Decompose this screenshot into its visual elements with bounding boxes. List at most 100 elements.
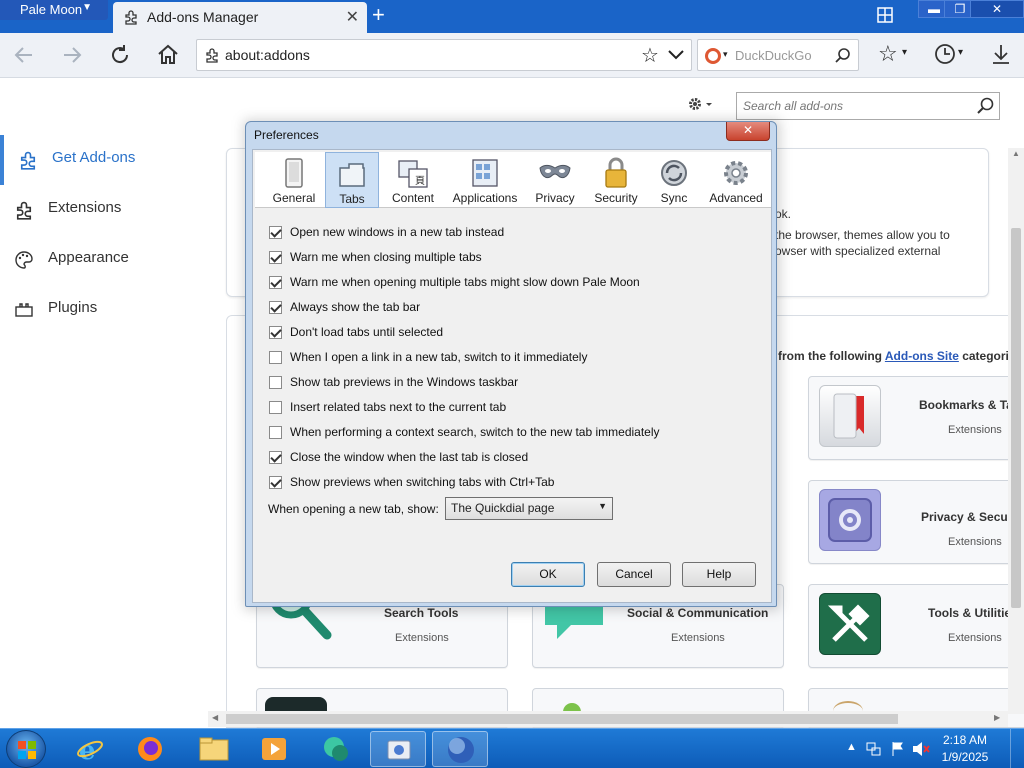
tabs-icon [339,163,365,187]
pane-security[interactable]: Security [587,152,645,208]
advanced-gear-icon [724,161,748,185]
pane-sync[interactable]: Sync [649,152,699,208]
checkbox[interactable] [269,451,282,464]
category-extensions[interactable]: Extensions [0,185,220,235]
featured-text: owser with specialized external [775,244,941,258]
card-subtitle: Extensions [948,536,1002,548]
card-subtitle: Extensions [395,632,449,644]
system-clock[interactable]: 2:18 AM 1/9/2025 [935,732,995,766]
app-menu-button[interactable]: Pale Moon ▼ [0,0,108,20]
home-icon[interactable] [156,43,180,67]
search-icon[interactable] [975,96,995,116]
cancel-button[interactable]: Cancel [597,562,671,587]
tab-grid-icon[interactable] [876,6,894,24]
show-hidden-icons-icon[interactable]: ▲ [846,741,857,753]
messenger-icon[interactable] [308,731,364,767]
scroll-up-icon[interactable]: ▲ [1012,149,1020,158]
search-placeholder: DuckDuckGo [735,48,812,63]
bookmark-star-icon[interactable]: ☆ [641,43,659,68]
pane-label: Applications [452,191,518,205]
help-button[interactable]: Help [682,562,756,587]
checkbox[interactable] [269,226,282,239]
action-center-flag-icon[interactable] [890,741,906,757]
vertical-scrollbar[interactable]: ▲ [1008,148,1024,714]
windows-taskbar: e ▲ 2:18 AM 1/9/2025 [0,728,1024,768]
pane-tabs[interactable]: Tabs [325,152,379,208]
media-center-icon[interactable] [370,731,426,767]
file-explorer-icon[interactable] [186,731,242,767]
search-icon[interactable] [834,47,852,65]
pale-moon-icon[interactable] [432,731,488,767]
download-icon[interactable] [990,43,1012,65]
addons-site-link[interactable]: Add-ons Site [885,349,959,363]
checkbox[interactable] [269,351,282,364]
close-window-button[interactable]: ✕ [970,0,1024,18]
network-icon[interactable] [866,741,882,757]
search-engine-dropdown-icon[interactable]: ▾ [723,49,728,60]
dialog-body: General Tabs 頁 Content Applications Priv… [252,149,772,603]
dialog-close-button[interactable]: ✕ [726,122,770,141]
card-privacy-security[interactable]: Privacy & Secu Extensions [808,480,1024,564]
privacy-mask-icon [539,164,571,179]
card-title: Bookmarks & Ta [919,398,1013,412]
category-label: Plugins [48,299,98,316]
reload-icon[interactable] [108,43,132,67]
preferences-dialog: Preferences ✕ General Tabs 頁 Content App… [245,121,777,607]
checkbox[interactable] [269,476,282,489]
pane-general[interactable]: General [259,152,329,208]
card-bookmarks[interactable]: Bookmarks & Ta Extensions [808,376,1024,460]
start-button[interactable] [6,730,46,768]
checkbox[interactable] [269,276,282,289]
pane-privacy[interactable]: Privacy [527,152,583,208]
scroll-right-icon[interactable]: ▶ [994,713,1000,722]
forward-icon[interactable] [60,43,84,67]
ok-button[interactable]: OK [511,562,585,587]
category-appearance[interactable]: Appearance [0,235,220,285]
scroll-thumb[interactable] [1011,228,1021,608]
card-subtitle: Extensions [671,632,725,644]
scroll-left-icon[interactable]: ◀ [212,713,218,722]
history-dropdown-icon[interactable]: ▾ [958,47,963,58]
checkbox[interactable] [269,326,282,339]
web-search-bar[interactable]: ▾ DuckDuckGo [697,39,859,71]
checkbox[interactable] [269,251,282,264]
horizontal-scrollbar[interactable]: ◀ ▶ [208,711,1008,727]
card-tools-utilities[interactable]: Tools & Utilitie Extensions [808,584,1024,668]
bookmarks-star-icon[interactable]: ☆ [878,41,898,67]
checkbox[interactable] [269,301,282,314]
pane-advanced[interactable]: Advanced [705,152,767,208]
tab-title: Add-ons Manager [147,9,259,25]
tools-gear-icon[interactable] [687,96,713,112]
pane-applications[interactable]: Applications [447,152,523,208]
firefox-icon[interactable] [122,731,178,767]
new-tab-icon[interactable]: + [372,4,385,26]
dropdown-arrow-icon: ▼ [82,2,92,13]
pane-content[interactable]: 頁 Content [383,152,443,208]
puzzle-outline-icon [20,151,36,170]
close-tab-icon[interactable]: ✕ [346,7,359,27]
back-icon[interactable] [12,43,36,67]
url-bar[interactable]: about:addons ☆ [196,39,692,71]
checkbox[interactable] [269,426,282,439]
media-player-icon[interactable] [246,731,302,767]
new-tab-page-value: The Quickdial page [451,501,555,515]
checkbox[interactable] [269,401,282,414]
clock-time: 2:18 AM [942,733,988,747]
scroll-thumb[interactable] [226,714,898,724]
category-get-addons[interactable]: Get Add-ons [0,135,220,185]
bookmarks-dropdown-icon[interactable]: ▾ [902,47,907,58]
show-desktop-button[interactable] [1010,729,1024,768]
addon-search-input[interactable]: Search all add-ons [736,92,1000,120]
tab-addons-manager[interactable]: Add-ons Manager ✕ [113,2,367,33]
history-clock-icon[interactable] [934,43,956,65]
chevron-down-icon[interactable] [667,48,685,62]
new-tab-page-label: When opening a new tab, show: [268,502,439,516]
new-tab-page-select[interactable]: The Quickdial page ▼ [445,497,613,520]
pane-label: Privacy [535,191,575,205]
dialog-title: Preferences [254,128,319,142]
internet-explorer-icon[interactable]: e [62,731,118,767]
category-plugins[interactable]: Plugins [0,285,220,335]
volume-muted-icon[interactable] [912,741,930,757]
general-icon [285,158,303,188]
checkbox[interactable] [269,376,282,389]
